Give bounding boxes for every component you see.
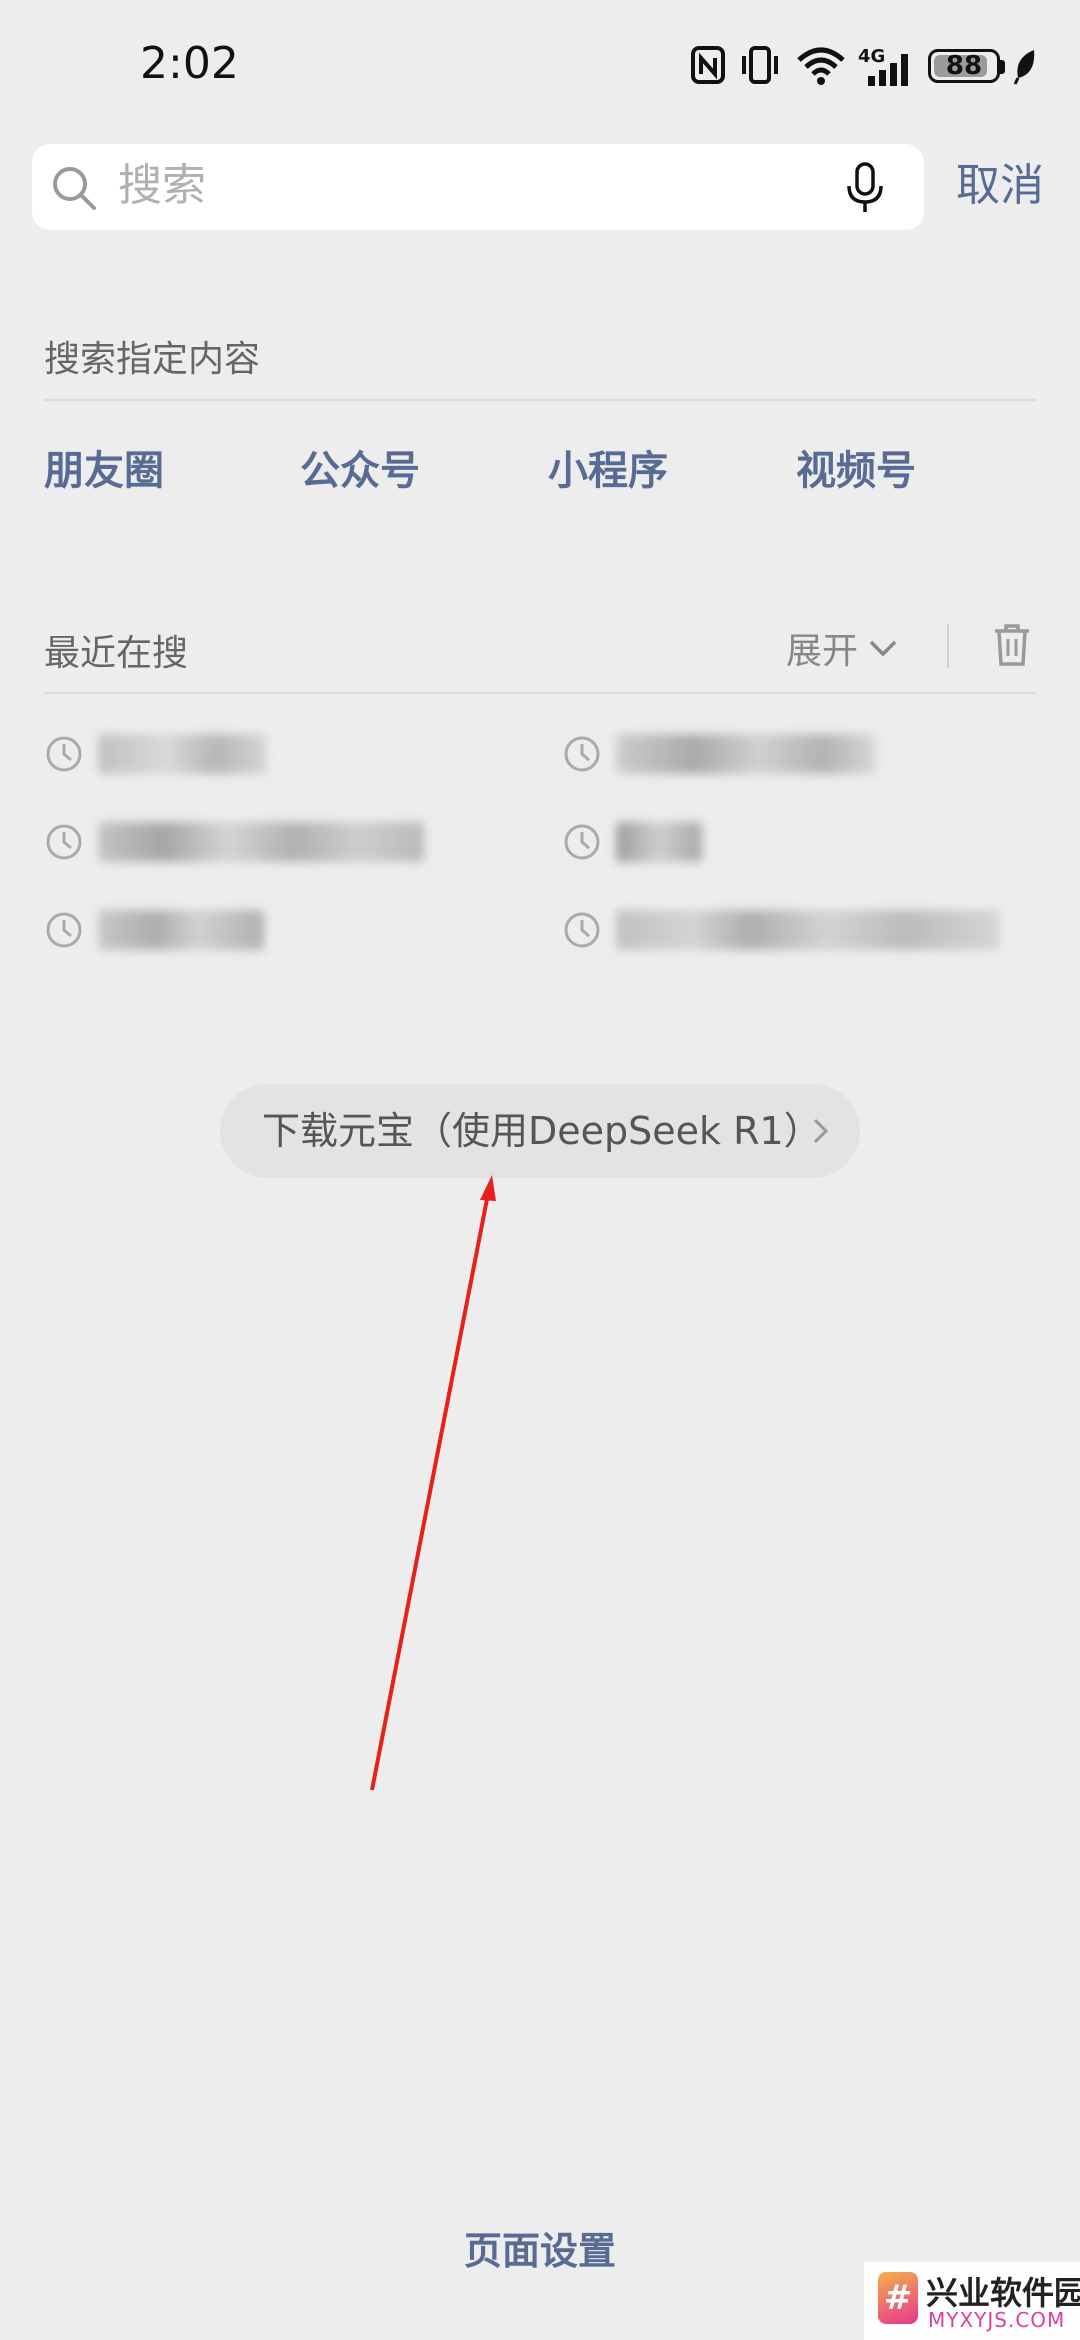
recent-search-item[interactable]	[562, 734, 876, 774]
nfc-icon	[690, 44, 726, 88]
clock-icon	[46, 736, 82, 772]
chevron-down-icon	[869, 640, 897, 657]
watermark-logo-icon: #	[878, 2272, 918, 2324]
clock-icon	[46, 824, 82, 860]
wifi-icon	[796, 44, 846, 88]
promo-label: 下载元宝（使用DeepSeek R1）	[262, 1109, 822, 1153]
watermark: # 兴业软件园 MYXYJS.COM	[864, 2262, 1080, 2340]
trash-icon[interactable]	[992, 622, 1032, 672]
category-moments[interactable]: 朋友圈	[44, 438, 164, 496]
recent-search-item[interactable]	[44, 822, 424, 862]
blurred-search-term	[98, 822, 424, 862]
expand-button[interactable]: 展开	[786, 622, 900, 674]
microphone-icon[interactable]	[844, 162, 886, 218]
blurred-search-term	[616, 910, 1000, 950]
category-channels[interactable]: 视频号	[796, 438, 916, 496]
clock-icon	[564, 736, 600, 772]
blurred-search-term	[98, 910, 264, 950]
divider	[44, 399, 1036, 401]
watermark-domain: MYXYJS.COM	[928, 2308, 1066, 2332]
clock-icon	[564, 824, 600, 860]
signal-icon	[866, 50, 916, 94]
leaf-icon	[1012, 48, 1040, 92]
blurred-search-term	[616, 734, 876, 774]
clock-icon	[46, 912, 82, 948]
battery-level-text: 88	[945, 51, 983, 81]
chevron-right-icon	[810, 1116, 832, 1150]
specified-content-title: 搜索指定内容	[44, 339, 261, 380]
divider	[44, 692, 1036, 694]
vertical-divider	[947, 624, 949, 668]
search-icon	[50, 164, 98, 216]
battery-icon: 88	[928, 49, 1000, 83]
category-mini-programs[interactable]: 小程序	[548, 438, 668, 496]
search-input[interactable]: 搜索	[118, 158, 206, 214]
battery-tip	[1000, 60, 1005, 74]
blurred-search-term	[98, 734, 266, 774]
vibrate-icon	[740, 44, 780, 88]
recent-search-item[interactable]	[44, 734, 266, 774]
blurred-search-term	[616, 822, 702, 862]
search-box[interactable]: 搜索	[32, 144, 924, 230]
clock-icon	[564, 912, 600, 948]
expand-label: 展开	[786, 631, 859, 672]
category-official-accounts[interactable]: 公众号	[300, 438, 420, 496]
status-time: 2:02	[140, 38, 239, 89]
recent-search-item[interactable]	[562, 910, 1000, 950]
recent-searches-title: 最近在搜	[44, 633, 189, 674]
recent-search-item[interactable]	[562, 822, 702, 862]
download-yuanbao-button[interactable]: 下载元宝（使用DeepSeek R1）	[220, 1084, 860, 1178]
cancel-button[interactable]: 取消	[956, 158, 1044, 214]
recent-search-item[interactable]	[44, 910, 264, 950]
